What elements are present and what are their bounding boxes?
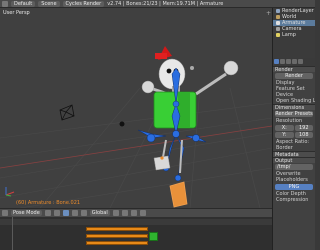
- frame-divider: [12, 217, 13, 250]
- properties-editor[interactable]: Render Render Display Feature Set Device…: [272, 58, 315, 250]
- res-y-row: Y: 108: [275, 132, 313, 138]
- pivot-icon[interactable]: [53, 210, 60, 216]
- right-leg[interactable]: [179, 139, 183, 174]
- shading-icon[interactable]: [44, 210, 51, 216]
- layer-icon-2[interactable]: [121, 210, 128, 216]
- editor-type-icon[interactable]: [2, 210, 8, 216]
- object-tab-icon[interactable]: [298, 59, 303, 64]
- layer-icon-3[interactable]: [130, 210, 137, 216]
- left-hand[interactable]: [141, 80, 155, 94]
- outliner[interactable]: RenderLayer World Armature Camera Lamp: [272, 8, 315, 58]
- left-eye: [166, 68, 172, 74]
- properties-tabs: [273, 58, 315, 66]
- info-header: Default Scene Cycles Render v2.74 | Bone…: [0, 0, 315, 8]
- scene-tab-icon[interactable]: [286, 59, 291, 64]
- world-icon: [276, 15, 280, 19]
- placeholders-checkbox[interactable]: Placeholders: [273, 177, 315, 183]
- lamp-object[interactable]: [119, 121, 125, 127]
- scene-selector[interactable]: Scene: [38, 0, 60, 7]
- resolution-label: Resolution: [276, 118, 303, 124]
- lamp-icon: [276, 33, 280, 37]
- channel-row[interactable]: [0, 233, 272, 239]
- dope-sheet[interactable]: [0, 217, 272, 250]
- output-path-field[interactable]: /tmp/: [275, 164, 313, 170]
- properties-toggle-icon[interactable]: +: [266, 10, 271, 17]
- view-label: User Persp: [3, 10, 30, 16]
- camera-object[interactable]: [59, 104, 75, 121]
- rotate-icon[interactable]: [80, 210, 87, 216]
- res-x-row: X: 192: [275, 125, 313, 131]
- render-tab-icon[interactable]: [274, 59, 279, 64]
- camera-icon: [276, 27, 280, 31]
- stats-text: v2.74 | Bones:21/23 | Mem:19.71M | Armat…: [107, 0, 224, 7]
- axis-gizmo: [5, 187, 15, 197]
- mode-selector[interactable]: Pose Mode: [11, 210, 42, 216]
- translate-icon[interactable]: [71, 210, 78, 216]
- render-presets-menu[interactable]: Render Presets: [275, 111, 313, 117]
- right-hand[interactable]: [223, 60, 239, 76]
- layers-tab-icon[interactable]: [280, 59, 285, 64]
- current-frame-marker[interactable]: [149, 232, 158, 241]
- res-y-field[interactable]: 108: [294, 132, 313, 138]
- bone-tip: [190, 66, 194, 70]
- layer-icon[interactable]: [112, 210, 119, 216]
- res-y-label: Y:: [275, 132, 294, 138]
- output-panel-header[interactable]: Output: [273, 157, 315, 163]
- render-button[interactable]: Render: [275, 73, 313, 79]
- right-arm[interactable]: [195, 72, 227, 96]
- viewport-header: Pose Mode Global: [0, 208, 272, 217]
- channel-row[interactable]: [0, 240, 272, 246]
- floor-grid: [0, 87, 272, 208]
- world-tab-icon[interactable]: [292, 59, 297, 64]
- blender-menu-icon[interactable]: [2, 0, 8, 7]
- origin-dot: [160, 156, 164, 160]
- torso-side: [178, 92, 190, 128]
- open-shading-checkbox[interactable]: Open Shading Lan: [273, 98, 315, 104]
- hat-brim: [155, 53, 167, 59]
- layout-selector[interactable]: Default: [11, 0, 36, 7]
- png-format-button[interactable]: PNG: [275, 184, 313, 190]
- armature-icon: [276, 21, 280, 25]
- dimensions-panel-header[interactable]: Dimensions: [273, 104, 315, 110]
- snap-icon[interactable]: [139, 210, 146, 216]
- keyframe-bar[interactable]: [86, 227, 148, 231]
- render-layer-icon: [276, 9, 280, 13]
- keyframe-bar[interactable]: [86, 241, 148, 245]
- outliner-item[interactable]: Lamp: [273, 32, 315, 38]
- engine-selector[interactable]: Cycles Render: [62, 0, 105, 7]
- 3d-viewport[interactable]: User Persp (60) Armature : Bone.021 +: [0, 8, 272, 208]
- res-x-field[interactable]: 192: [294, 125, 313, 131]
- format-row: PNG: [275, 184, 313, 190]
- summary-row: [0, 219, 272, 225]
- right-foot-selected[interactable]: [169, 181, 188, 208]
- x-axis-line: [0, 125, 272, 169]
- viewport-scene: [0, 46, 272, 208]
- channel-row[interactable]: [0, 226, 272, 232]
- compression-label: Compression: [276, 197, 309, 203]
- active-bone-label: (60) Armature : Bone.021: [16, 200, 81, 206]
- manipulator-icon[interactable]: [62, 210, 69, 216]
- render-panel-header[interactable]: Render: [273, 66, 315, 72]
- res-x-label: X:: [275, 125, 294, 131]
- orientation-selector[interactable]: Global: [89, 210, 110, 216]
- keyframe-bar[interactable]: [86, 234, 148, 238]
